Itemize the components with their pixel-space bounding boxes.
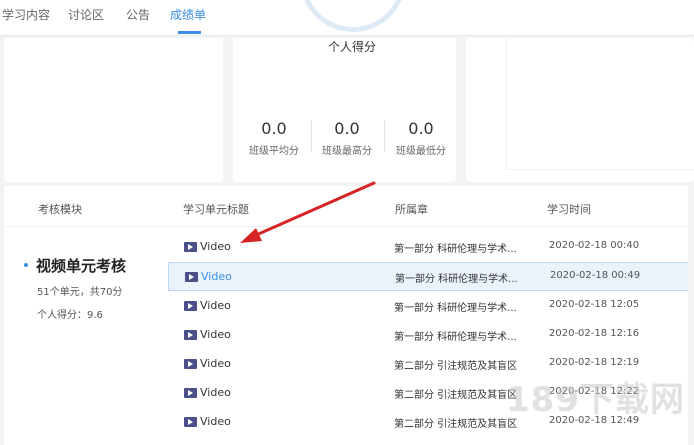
video-icon (184, 417, 197, 427)
video-icon (184, 301, 197, 311)
tab-learning-content[interactable]: 学习内容 (2, 6, 50, 23)
class-average-value: 0.0 (261, 119, 287, 138)
stat-divider (311, 120, 312, 152)
personal-score-label: 个人得分 (327, 40, 376, 54)
class-lowest-stat: 0.0 班级最低分 (389, 119, 453, 158)
unit-title[interactable]: Video (200, 386, 231, 399)
watermark: 189下载网 (506, 380, 685, 420)
class-lowest-label: 班级最低分 (396, 146, 446, 157)
unit-time: 2020-02-18 12:16 (549, 328, 640, 339)
video-icon (184, 388, 197, 398)
unit-chapter: 第一部分 科研伦理与学术... (394, 303, 517, 314)
header-module: 考核模块 (38, 203, 82, 216)
page-gutter (688, 186, 694, 445)
active-tab-indicator (178, 31, 201, 34)
tab-announcement[interactable]: 公告 (126, 6, 150, 23)
unit-title[interactable]: Video (200, 328, 231, 341)
class-lowest-value: 0.0 (408, 119, 434, 138)
video-icon (184, 359, 197, 369)
class-highest-stat: 0.0 班级最高分 (315, 119, 379, 158)
class-average-stat: 0.0 班级平均分 (242, 119, 306, 158)
video-icon (185, 272, 198, 282)
unit-title[interactable]: Video (200, 299, 231, 312)
summary-card-right (466, 38, 694, 182)
header-study-time: 学习时间 (547, 203, 591, 216)
video-icon (184, 242, 197, 252)
table-row[interactable]: Video 第一部分 科研伦理与学术... 2020-02-18 12:16 (168, 321, 694, 350)
header-chapter: 所属章 (395, 203, 428, 216)
unit-title[interactable]: Video (201, 270, 232, 283)
unit-time: 2020-02-18 12:19 (549, 357, 640, 368)
tab-transcript[interactable]: 成绩单 (170, 6, 206, 23)
module-title: 视频单元考核 (36, 257, 127, 275)
class-highest-label: 班级最高分 (322, 146, 372, 157)
table-row[interactable]: Video 第一部分 科研伦理与学术... 2020-02-18 12:05 (168, 292, 694, 321)
unit-chapter: 第一部分 科研伦理与学术... (394, 332, 517, 343)
stat-divider (384, 120, 385, 152)
unit-chapter: 第二部分 引注规范及其盲区 (394, 361, 518, 372)
summary-card-right-inner (506, 38, 694, 170)
header-divider (4, 226, 694, 227)
module-personal-score: 个人得分：9.6 (37, 310, 103, 321)
score-card (233, 38, 456, 182)
class-average-label: 班级平均分 (249, 146, 299, 157)
unit-chapter: 第二部分 引注规范及其盲区 (394, 390, 518, 401)
unit-time: 2020-02-18 00:40 (549, 240, 640, 251)
video-icon (184, 330, 197, 340)
table-row[interactable]: Video 第一部分 科研伦理与学术... 2020-02-18 00:49 (168, 262, 694, 291)
unit-time: 2020-02-18 12:05 (549, 299, 640, 310)
unit-title[interactable]: Video (200, 415, 231, 428)
tab-discussion[interactable]: 讨论区 (68, 6, 104, 23)
table-row[interactable]: Video 第一部分 科研伦理与学术... 2020-02-18 00:40 (168, 233, 694, 262)
unit-title[interactable]: Video (200, 240, 231, 253)
unit-chapter: 第一部分 科研伦理与学术... (394, 244, 517, 255)
module-summary: 51个单元，共70分 (37, 287, 123, 298)
class-highest-value: 0.0 (334, 119, 360, 138)
unit-title[interactable]: Video (200, 357, 231, 370)
unit-chapter: 第一部分 科研伦理与学术... (395, 274, 518, 285)
summary-card-left (4, 38, 223, 182)
header-unit-title: 学习单元标题 (183, 203, 249, 216)
unit-chapter: 第二部分 引注规范及其盲区 (394, 419, 518, 430)
unit-time: 2020-02-18 00:49 (550, 270, 641, 281)
